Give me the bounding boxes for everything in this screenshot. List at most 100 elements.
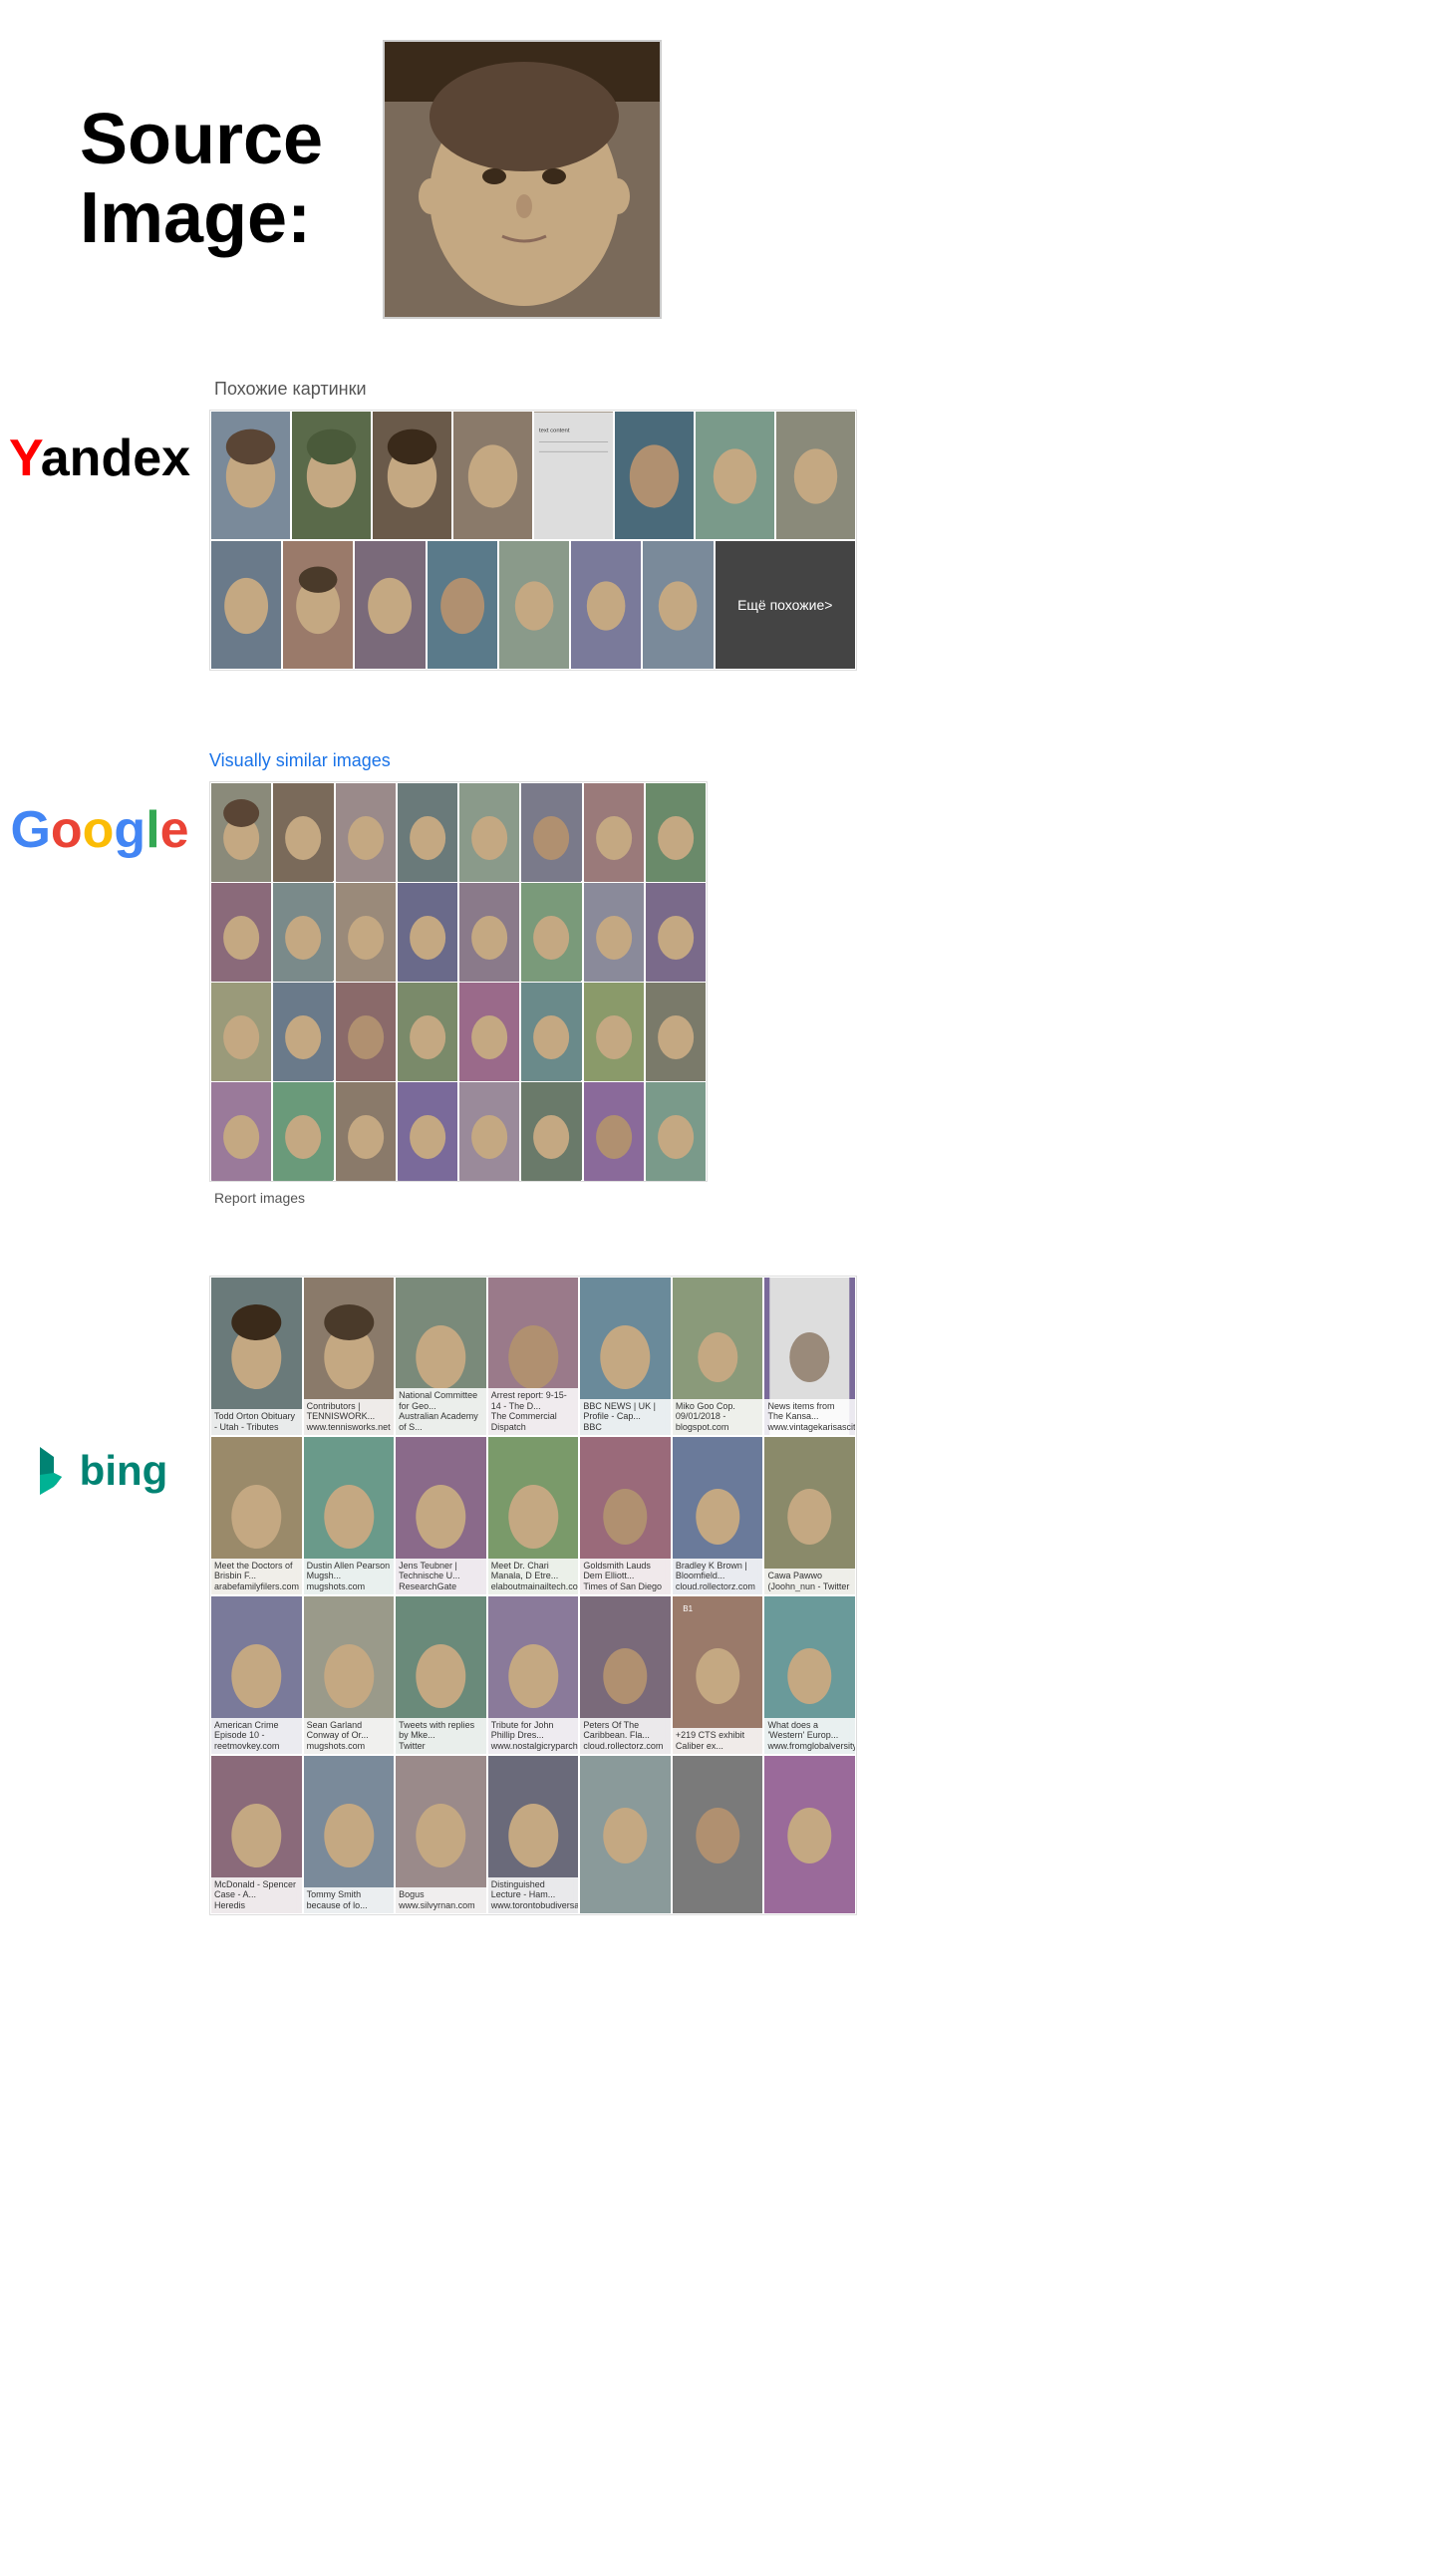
- google-cell[interactable]: [210, 782, 272, 882]
- google-cell[interactable]: [272, 782, 334, 882]
- google-cell[interactable]: [583, 882, 645, 982]
- google-cell[interactable]: [272, 1081, 334, 1181]
- google-cell[interactable]: [272, 982, 334, 1081]
- google-cell[interactable]: [335, 1081, 397, 1181]
- yandex-cell[interactable]: [452, 411, 533, 540]
- yandex-cell[interactable]: [291, 411, 372, 540]
- yandex-logo: Yandex: [9, 429, 190, 488]
- bing-cell[interactable]: Meet Dr. Chari Manala, D Etre...elaboutm…: [487, 1436, 580, 1595]
- google-cell[interactable]: [458, 1081, 520, 1181]
- bing-cell[interactable]: National Committee for Geo...Australian …: [395, 1277, 487, 1436]
- bing-cell[interactable]: Bradley K Brown | Bloomfield...cloud.rol…: [672, 1436, 764, 1595]
- bing-cell[interactable]: [579, 1755, 672, 1914]
- bing-cell[interactable]: Boguswww.silvyrnan.com: [395, 1755, 487, 1914]
- yandex-image-grid: text content: [209, 410, 857, 671]
- yandex-cell[interactable]: [282, 540, 354, 670]
- yandex-cell[interactable]: [695, 411, 775, 540]
- google-cell[interactable]: [645, 982, 707, 1081]
- google-cell[interactable]: [335, 982, 397, 1081]
- google-cell[interactable]: [397, 782, 458, 882]
- google-cell[interactable]: [520, 782, 582, 882]
- bing-caption-20: +219 CTS exhibit Caliber ex...: [673, 1728, 763, 1754]
- bing-cell[interactable]: Tommy Smith because of lo...: [303, 1755, 396, 1914]
- google-cell[interactable]: [458, 782, 520, 882]
- google-cell[interactable]: [645, 1081, 707, 1181]
- bing-cell[interactable]: Sean Garland Conway of Or...mugshots.com: [303, 1595, 396, 1755]
- bing-caption-12: Goldsmith Lauds Dem Elliott...Times of S…: [580, 1559, 671, 1594]
- yandex-section: Yandex Похожие картинки text co: [0, 349, 1441, 701]
- yandex-row-1: text content: [210, 411, 856, 540]
- svg-text:text content: text content: [539, 429, 570, 434]
- yandex-cell[interactable]: [498, 540, 570, 670]
- google-cell[interactable]: [520, 982, 582, 1081]
- google-cell[interactable]: [583, 1081, 645, 1181]
- google-cell[interactable]: [520, 1081, 582, 1181]
- google-cell[interactable]: [397, 882, 458, 982]
- google-cell[interactable]: [458, 882, 520, 982]
- bing-caption-5: BBC NEWS | UK | Profile - Cap...BBC: [580, 1399, 671, 1435]
- bing-cell[interactable]: [672, 1755, 764, 1914]
- bing-cell[interactable]: Dustin Allen Pearson Mugsh...mugshots.co…: [303, 1436, 396, 1595]
- google-cell[interactable]: [645, 782, 707, 882]
- bing-caption-18: Tribute for John Phillip Dres...www.nost…: [488, 1718, 579, 1754]
- bing-cell[interactable]: B1 +219 CTS exhibit Caliber ex...: [672, 1595, 764, 1755]
- yandex-cell[interactable]: [614, 411, 695, 540]
- source-face: [385, 42, 660, 317]
- bing-cell[interactable]: Contributors | TENNISWORK...www.tenniswo…: [303, 1277, 396, 1436]
- google-cell[interactable]: [397, 1081, 458, 1181]
- google-cell[interactable]: [645, 882, 707, 982]
- bing-cell[interactable]: Miko Goo Cop. 09/01/2018 - blogspot.com: [672, 1277, 764, 1436]
- google-o1: o: [51, 801, 83, 859]
- yandex-cell[interactable]: [775, 411, 856, 540]
- bing-cell[interactable]: Distinguished Lecture - Ham...www.toront…: [487, 1755, 580, 1914]
- google-cell[interactable]: [210, 1081, 272, 1181]
- yandex-cell[interactable]: [372, 411, 452, 540]
- google-cell[interactable]: [210, 882, 272, 982]
- yandex-cell[interactable]: [427, 540, 498, 670]
- bing-cell[interactable]: Cawa Pawwo (Joohn_nun - Twitter: [763, 1436, 856, 1595]
- google-cell[interactable]: [583, 982, 645, 1081]
- yandex-cell[interactable]: [570, 540, 642, 670]
- yandex-cell[interactable]: [354, 540, 426, 670]
- google-report-link[interactable]: Report images: [209, 1190, 1421, 1206]
- bing-cell[interactable]: Peters Of The Caribbean. Fla...cloud.rol…: [579, 1595, 672, 1755]
- yandex-cell-text[interactable]: text content: [533, 411, 614, 540]
- svg-text:B1: B1: [683, 1604, 693, 1613]
- source-section: Source Image:: [0, 0, 1441, 349]
- bing-caption-9: Dustin Allen Pearson Mugsh...mugshots.co…: [304, 1559, 395, 1594]
- google-cell[interactable]: [335, 882, 397, 982]
- bing-caption-22: McDonald - Spencer Case - A...Heredis: [211, 1877, 302, 1913]
- bing-caption-6: Miko Goo Cop. 09/01/2018 - blogspot.com: [673, 1399, 763, 1435]
- bing-cell[interactable]: Goldsmith Lauds Dem Elliott...Times of S…: [579, 1436, 672, 1595]
- google-cell[interactable]: [583, 782, 645, 882]
- bing-cell[interactable]: Todd Orton Obituary - Utah - Tributes: [210, 1277, 303, 1436]
- bing-cell[interactable]: News items from The Kansa...www.vintagek…: [763, 1277, 856, 1436]
- yandex-cell[interactable]: [642, 540, 714, 670]
- yandex-more-button[interactable]: Ещё похожие >: [715, 540, 856, 670]
- google-cell[interactable]: [458, 982, 520, 1081]
- google-cell[interactable]: [272, 882, 334, 982]
- bing-cell[interactable]: Jens Teubner | Technische U...ResearchGa…: [395, 1436, 487, 1595]
- source-title-line2: Image:: [80, 179, 323, 258]
- google-cell[interactable]: [335, 782, 397, 882]
- bing-cell[interactable]: American Crime Episode 10 - reetmovkey.c…: [210, 1595, 303, 1755]
- bing-cell[interactable]: Meet the Doctors of Brisbin F...arabefam…: [210, 1436, 303, 1595]
- bing-cell[interactable]: Tribute for John Phillip Dres...www.nost…: [487, 1595, 580, 1755]
- google-row-2: [210, 882, 707, 982]
- bing-logo: bing: [32, 1325, 168, 1497]
- yandex-cell[interactable]: [210, 540, 282, 670]
- bing-caption-24: Boguswww.silvyrnan.com: [396, 1887, 486, 1913]
- bing-cell[interactable]: What does a 'Western' Europ...www.fromgl…: [763, 1595, 856, 1755]
- google-cell[interactable]: [520, 882, 582, 982]
- google-cell[interactable]: [210, 982, 272, 1081]
- bing-cell[interactable]: BBC NEWS | UK | Profile - Cap...BBC: [579, 1277, 672, 1436]
- bing-cell[interactable]: Tweets with replies by Mke...Twitter: [395, 1595, 487, 1755]
- google-row-4: [210, 1081, 707, 1181]
- google-cell[interactable]: [397, 982, 458, 1081]
- bing-cell[interactable]: Arrest report: 9-15-14 - The D...The Com…: [487, 1277, 580, 1436]
- yandex-cell[interactable]: [210, 411, 291, 540]
- bing-cell[interactable]: [763, 1755, 856, 1914]
- bing-cell[interactable]: McDonald - Spencer Case - A...Heredis: [210, 1755, 303, 1914]
- source-title-line1: Source: [80, 101, 323, 179]
- yandex-logo-area: Yandex: [0, 369, 199, 488]
